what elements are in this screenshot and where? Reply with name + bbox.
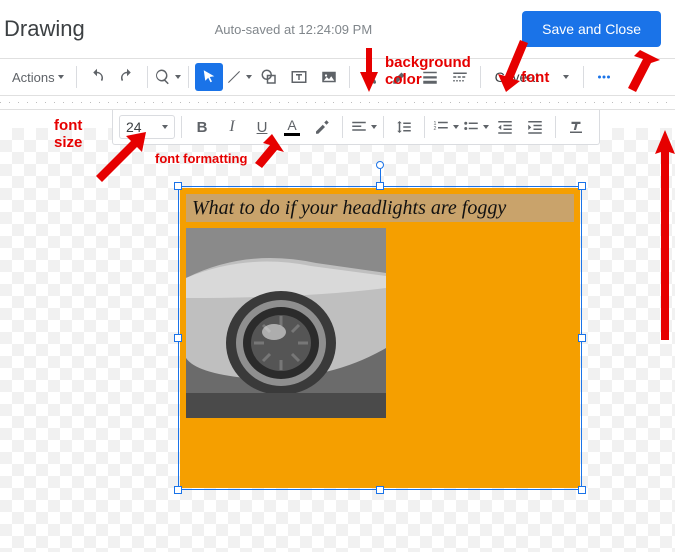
chevron-down-icon [453, 125, 459, 129]
bold-button[interactable]: B [188, 113, 216, 141]
svg-text:2: 2 [433, 126, 436, 132]
resize-handle[interactable] [376, 486, 384, 494]
chevron-down-icon [162, 125, 168, 129]
highlight-color-button[interactable] [308, 113, 336, 141]
underline-button[interactable]: U [248, 113, 276, 141]
line-tool[interactable] [225, 63, 253, 91]
resize-handle[interactable] [578, 486, 586, 494]
image-tool[interactable] [315, 63, 343, 91]
undo-button[interactable] [83, 63, 111, 91]
actions-menu[interactable]: Actions [6, 66, 70, 89]
border-weight-button[interactable] [416, 63, 444, 91]
chevron-down-icon [563, 75, 569, 79]
autosave-status: Auto-saved at 12:24:09 PM [215, 22, 373, 37]
selection-outline [178, 186, 582, 490]
chevron-down-icon [58, 75, 64, 79]
fill-color-button[interactable] [356, 63, 384, 91]
resize-handle[interactable] [578, 182, 586, 190]
text-format-toolbar: 24 B I U A 12 [112, 110, 600, 145]
border-dash-button[interactable] [446, 63, 474, 91]
rotate-handle[interactable] [376, 161, 384, 169]
ruler [0, 96, 675, 110]
chevron-down-icon [246, 75, 252, 79]
more-options-button[interactable] [590, 63, 618, 91]
chevron-down-icon [371, 125, 377, 129]
chevron-down-icon [483, 125, 489, 129]
indent-increase-button[interactable] [521, 113, 549, 141]
actions-label: Actions [12, 70, 55, 85]
resize-handle[interactable] [174, 486, 182, 494]
indent-decrease-button[interactable] [491, 113, 519, 141]
zoom-button[interactable] [154, 63, 182, 91]
line-spacing-button[interactable] [390, 113, 418, 141]
resize-handle[interactable] [174, 182, 182, 190]
dialog-title: Drawing [4, 16, 85, 42]
border-color-button[interactable] [386, 63, 414, 91]
main-toolbar: Actions Caveat [0, 59, 675, 96]
resize-handle[interactable] [376, 182, 384, 190]
font-size-value: 24 [126, 119, 142, 135]
redo-button[interactable] [113, 63, 141, 91]
italic-button[interactable]: I [218, 113, 246, 141]
chevron-down-icon [175, 75, 181, 79]
font-size-input[interactable]: 24 [119, 115, 175, 139]
font-name-label: Caveat [495, 69, 539, 85]
resize-handle[interactable] [578, 334, 586, 342]
textbox-tool[interactable] [285, 63, 313, 91]
bulleted-list-button[interactable] [461, 113, 489, 141]
align-button[interactable] [349, 113, 377, 141]
clear-formatting-button[interactable] [562, 113, 590, 141]
resize-handle[interactable] [174, 334, 182, 342]
drawing-canvas[interactable]: What to do if your headlights are foggy [0, 128, 675, 552]
text-color-button[interactable]: A [278, 113, 306, 141]
shape-tool[interactable] [255, 63, 283, 91]
font-family-select[interactable]: Caveat [487, 67, 577, 87]
numbered-list-button[interactable]: 12 [431, 113, 459, 141]
save-and-close-button[interactable]: Save and Close [522, 11, 661, 47]
select-tool[interactable] [195, 63, 223, 91]
